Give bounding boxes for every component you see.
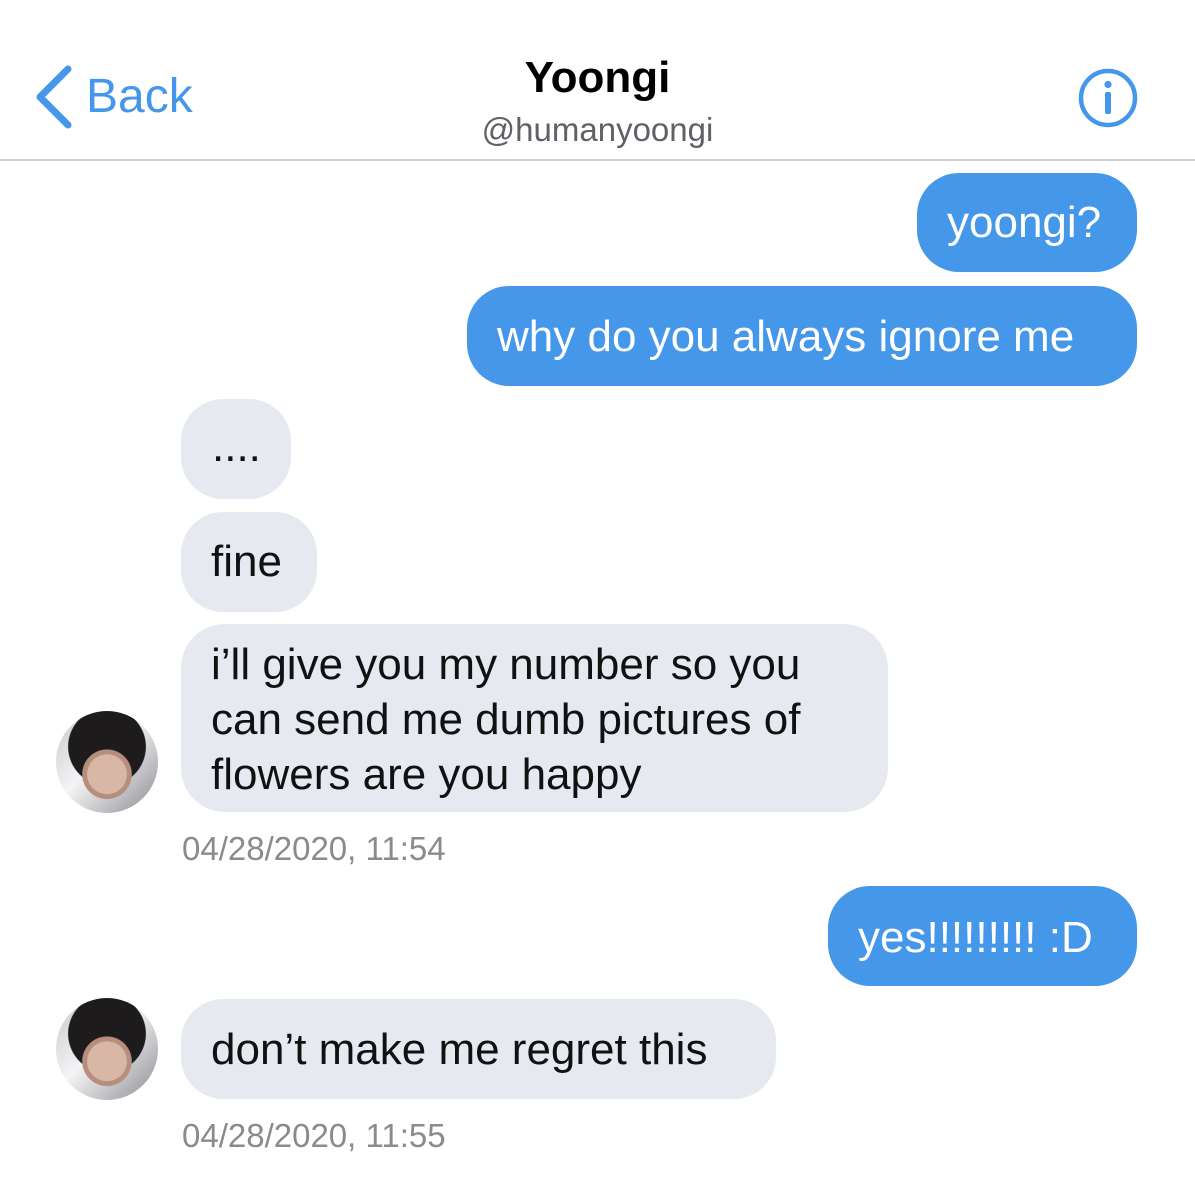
message-text: don’t make me regret this <box>211 1025 708 1074</box>
received-message[interactable]: .... <box>181 399 291 499</box>
received-message[interactable]: i’ll give you my number so you can send … <box>181 624 888 812</box>
conversation-header: Back Yoongi @humanyoongi <box>0 0 1195 161</box>
message-line: i’ll give you my number so you <box>211 640 801 689</box>
contact-avatar[interactable] <box>56 711 158 813</box>
message-text: yes!!!!!!!!! :D <box>858 913 1093 962</box>
sent-message[interactable]: why do you always ignore me <box>467 286 1137 386</box>
message-text: fine <box>211 537 282 586</box>
message-text: yoongi? <box>947 198 1102 247</box>
info-button[interactable] <box>1077 67 1139 129</box>
sent-message[interactable]: yes!!!!!!!!! :D <box>828 886 1137 986</box>
received-message[interactable]: don’t make me regret this <box>181 999 776 1099</box>
contact-handle: @humanyoongi <box>481 111 714 148</box>
message-line: can send me dumb pictures of <box>211 695 801 744</box>
message-text: .... <box>212 422 261 471</box>
message-timestamp: 04/28/2020, 11:55 <box>182 1117 446 1154</box>
dm-conversation-screen: Back Yoongi @humanyoongi yoongi? why do … <box>0 0 1195 1200</box>
sent-message[interactable]: yoongi? <box>917 173 1137 272</box>
contact-avatar[interactable] <box>56 998 158 1100</box>
received-message[interactable]: fine <box>181 512 317 612</box>
info-icon <box>1078 68 1138 128</box>
contact-name: Yoongi <box>524 53 671 102</box>
message-text: why do you always ignore me <box>497 312 1075 361</box>
message-timestamp: 04/28/2020, 11:54 <box>182 830 446 867</box>
conversation-title-block[interactable]: Yoongi @humanyoongi <box>0 52 1195 150</box>
message-line: flowers are you happy <box>211 750 642 799</box>
